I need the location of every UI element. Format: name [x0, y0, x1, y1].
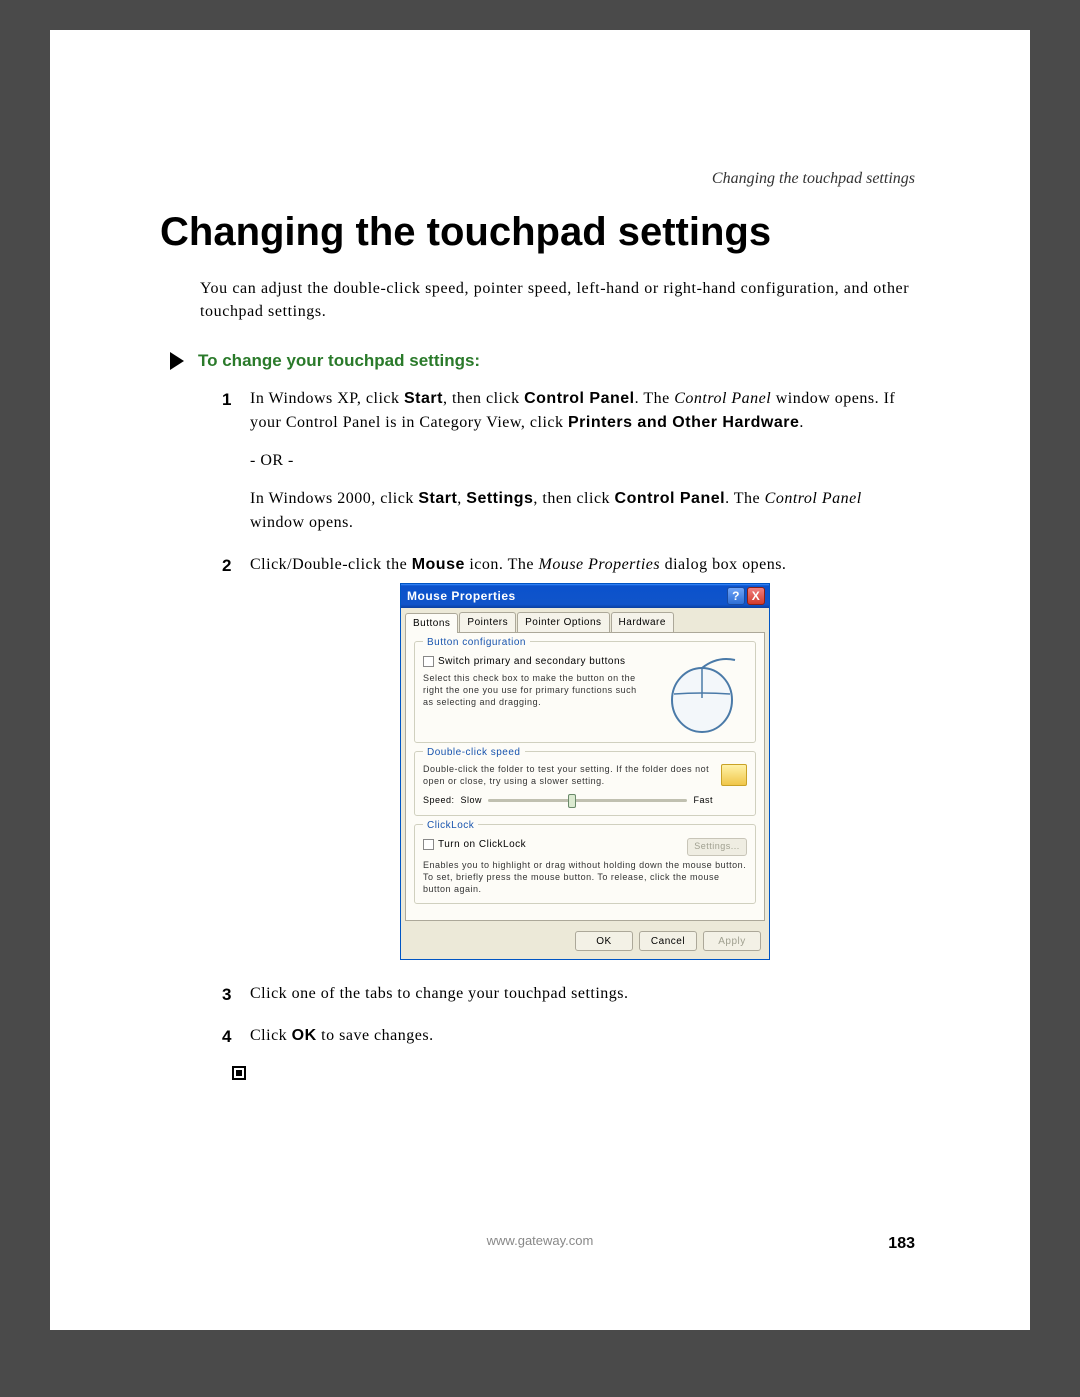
group-title: Double-click speed — [423, 745, 525, 760]
step-1: 1 In Windows XP, click Start, then click… — [222, 387, 920, 535]
switch-buttons-checkbox-row[interactable]: Switch primary and secondary buttons — [423, 654, 649, 669]
checkbox-label: Switch primary and secondary buttons — [438, 654, 626, 669]
step-4: 4 Click OK to save changes. — [222, 1024, 920, 1048]
end-of-procedure-icon — [232, 1066, 246, 1080]
mouse-icon — [657, 654, 747, 734]
fast-label: Fast — [693, 794, 713, 808]
footer-url: www.gateway.com — [487, 1233, 594, 1248]
close-button[interactable]: X — [747, 587, 765, 605]
tab-hardware[interactable]: Hardware — [611, 612, 674, 632]
triangle-icon — [170, 352, 184, 370]
tabs-row: Buttons Pointers Pointer Options Hardwar… — [401, 608, 769, 632]
tab-panel: Button configuration Switch primary and … — [405, 632, 765, 921]
speed-slider-row: Speed: Slow Fast — [423, 794, 713, 808]
dialog-figure: Mouse Properties ? X Buttons Pointers Po… — [250, 583, 920, 960]
group-clicklock: ClickLock Turn on ClickLock Settings... … — [414, 824, 756, 904]
running-head: Changing the touchpad settings — [712, 170, 915, 188]
checkbox-icon[interactable] — [423, 656, 434, 667]
dialog-title: Mouse Properties — [407, 587, 516, 605]
settings-button[interactable]: Settings... — [687, 838, 747, 856]
step-number: 2 — [222, 553, 232, 579]
step-2: 2 Click/Double-click the Mouse icon. The… — [222, 553, 920, 960]
page-title: Changing the touchpad settings — [160, 210, 920, 255]
group-desc: Select this check box to make the button… — [423, 673, 649, 708]
help-button[interactable]: ? — [727, 587, 745, 605]
dialog-titlebar: Mouse Properties ? X — [401, 584, 769, 608]
steps-list: 1 In Windows XP, click Start, then click… — [222, 387, 920, 1048]
step-text: Click one of the tabs to change your tou… — [250, 985, 629, 1002]
tab-pointer-options[interactable]: Pointer Options — [517, 612, 609, 632]
group-double-click: Double-click speed Double-click the fold… — [414, 751, 756, 816]
intro-paragraph: You can adjust the double-click speed, p… — [200, 277, 920, 323]
group-title: Button configuration — [423, 635, 530, 650]
tab-pointers[interactable]: Pointers — [459, 612, 516, 632]
step-text: Click/Double-click the Mouse icon. The M… — [250, 556, 786, 573]
step-3: 3 Click one of the tabs to change your t… — [222, 982, 920, 1006]
slow-label: Slow — [461, 794, 483, 808]
speed-label: Speed: — [423, 794, 455, 808]
mouse-properties-dialog: Mouse Properties ? X Buttons Pointers Po… — [400, 583, 770, 960]
document-page: Changing the touchpad settings Changing … — [50, 30, 1030, 1330]
step-number: 4 — [222, 1024, 232, 1050]
folder-icon[interactable] — [721, 764, 747, 786]
step-text: In Windows XP, click Start, then click C… — [250, 390, 895, 431]
clicklock-checkbox-row[interactable]: Turn on ClickLock — [423, 837, 526, 852]
tab-buttons[interactable]: Buttons — [405, 613, 458, 633]
checkbox-label: Turn on ClickLock — [438, 837, 526, 852]
apply-button[interactable]: Apply — [703, 931, 761, 951]
page-number: 183 — [888, 1235, 915, 1253]
page-footer: www.gateway.com — [50, 1232, 1030, 1250]
checkbox-icon[interactable] — [423, 839, 434, 850]
procedure-heading: To change your touchpad settings: — [198, 351, 480, 371]
step-alt-text: In Windows 2000, click Start, Settings, … — [250, 490, 862, 531]
cancel-button[interactable]: Cancel — [639, 931, 697, 951]
group-desc: Enables you to highlight or drag without… — [423, 860, 747, 895]
dialog-button-row: OK Cancel Apply — [401, 925, 769, 959]
or-divider: - OR - — [250, 449, 920, 473]
speed-slider[interactable] — [488, 799, 687, 802]
step-number: 3 — [222, 982, 232, 1008]
step-text: Click OK to save changes. — [250, 1027, 434, 1044]
group-title: ClickLock — [423, 818, 478, 833]
procedure-heading-row: To change your touchpad settings: — [170, 351, 920, 371]
ok-button[interactable]: OK — [575, 931, 633, 951]
group-button-config: Button configuration Switch primary and … — [414, 641, 756, 743]
group-desc: Double-click the folder to test your set… — [423, 764, 713, 787]
step-number: 1 — [222, 387, 232, 413]
